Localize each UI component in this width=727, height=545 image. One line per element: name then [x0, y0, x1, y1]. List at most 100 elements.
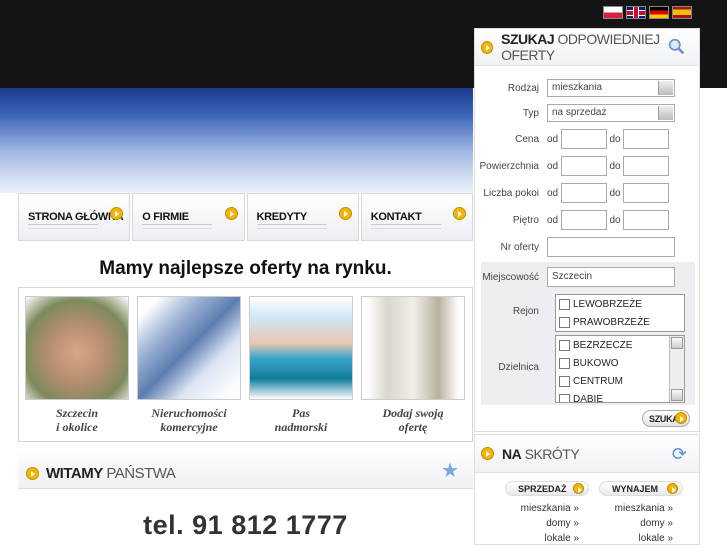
checkbox-icon[interactable] [559, 375, 570, 387]
flag-es-icon[interactable] [672, 6, 692, 19]
nav-kredyty[interactable]: KREDYTY [246, 193, 359, 241]
option-label: LEWOBRZEŻE [573, 298, 642, 310]
row-rodzaj: Rodzaj mieszkania [475, 77, 701, 99]
powierzchnia-od-input[interactable] [561, 156, 607, 176]
row-cena: Cena od do [475, 128, 701, 150]
rejon-option[interactable]: LEWOBRZEŻE [556, 295, 684, 313]
shortcuts-title-bold: NA [502, 445, 522, 462]
dzielnica-option[interactable]: BEZRZECZE [556, 336, 684, 354]
rejon-listbox[interactable]: LEWOBRZEŻE PRAWOBRZEŻE [555, 294, 685, 332]
dzielnica-option[interactable]: CENTRUM [556, 372, 684, 390]
pietro-label: Piętro [512, 214, 539, 226]
rent-link-domy[interactable]: domy » [599, 516, 673, 531]
arrow-right-icon [453, 207, 466, 220]
language-flags [603, 6, 692, 19]
checkbox-icon[interactable] [559, 298, 570, 310]
phone-number: tel. 91 812 1777 [143, 510, 348, 540]
option-label: BEZRZECZE [573, 339, 633, 351]
gallery-tile-nadmorski[interactable]: Pas nadmorski [249, 296, 353, 434]
scroll-down-icon[interactable] [671, 389, 683, 401]
scroll-up-icon[interactable] [671, 337, 683, 349]
tab-sprzedaz[interactable]: SPRZEDAŻ [505, 481, 589, 496]
row-nr-oferty: Nr oferty [475, 236, 701, 258]
cena-do-input[interactable] [623, 129, 669, 149]
nr-oferty-input[interactable] [547, 237, 675, 257]
chevron-down-icon [667, 483, 678, 494]
checkbox-icon[interactable] [559, 393, 570, 402]
rent-link-lokale[interactable]: lokale » [599, 531, 673, 545]
tile-caption[interactable]: Pas nadmorski [249, 406, 353, 434]
option-label: CENTRUM [573, 375, 623, 387]
miejscowosc-label: Miejscowość [482, 271, 539, 283]
magnifier-icon[interactable] [668, 38, 685, 55]
row-pokoi: Liczba pokoi od do [475, 182, 701, 204]
miejscowosc-input[interactable]: Szczecin [547, 267, 675, 287]
gallery-tile-dodaj[interactable]: Dodaj swoją ofertę [361, 296, 465, 434]
row-miejscowosc: Miejscowość Szczecin [475, 266, 701, 288]
dzielnica-option[interactable]: BUKOWO [556, 354, 684, 372]
city-photo[interactable] [25, 296, 129, 400]
checkbox-icon[interactable] [559, 339, 570, 351]
sale-link-mieszkania[interactable]: mieszkania » [505, 501, 579, 516]
row-typ: Typ na sprzedaż [475, 102, 701, 124]
dzielnica-option[interactable]: DĄBIE [556, 390, 684, 403]
powierzchnia-do-input[interactable] [623, 156, 669, 176]
tab-wynajem[interactable]: WYNAJEM [599, 481, 683, 496]
welcome-header: WITAMY PAŃSTWA ★ [18, 449, 473, 489]
pokoi-do-input[interactable] [623, 183, 669, 203]
rent-link-mieszkania[interactable]: mieszkania » [599, 501, 673, 516]
search-title-bold: SZUKAJ [501, 31, 555, 47]
sale-link-domy[interactable]: domy » [505, 516, 579, 531]
od-label: od [547, 133, 559, 145]
nav-subtext [370, 224, 441, 229]
arrow-right-icon [481, 40, 494, 54]
rejon-option[interactable]: PRAWOBRZEŻE [556, 313, 684, 331]
rent-links: mieszkania » domy » lokale » [599, 501, 673, 545]
cena-label: Cena [515, 133, 539, 145]
tile-caption[interactable]: Szczecin i okolice [25, 406, 129, 434]
tile-caption[interactable]: Nieruchomości komercyjne [137, 406, 241, 434]
welcome-title-rest: PAŃSTWA [102, 465, 176, 482]
gallery-tile-szczecin[interactable]: Szczecin i okolice [25, 296, 129, 434]
nav-strona-glowna[interactable]: STRONA GŁÓWNA [18, 193, 131, 241]
star-icon[interactable]: ★ [441, 458, 459, 483]
caption-line: i okolice [56, 420, 98, 434]
chevron-down-icon [573, 483, 584, 494]
caption-line: Dodaj swoją [382, 406, 444, 420]
apartment-building-photo[interactable] [361, 296, 465, 400]
nav-label: STRONA GŁÓWNA [28, 211, 124, 223]
dzielnica-listbox[interactable]: BEZRZECZE BUKOWO CENTRUM DĄBIE [555, 335, 685, 403]
checkbox-icon[interactable] [559, 316, 570, 328]
listbox-scrollbar[interactable] [669, 336, 684, 402]
typ-select[interactable]: na sprzedaż [547, 104, 675, 122]
pietro-od-input[interactable] [561, 210, 607, 230]
sale-link-lokale[interactable]: lokale » [505, 531, 579, 545]
nav-o-firmie[interactable]: O FIRMIE [132, 193, 245, 241]
nav-label: O FIRMIE [142, 211, 189, 223]
pokoi-od-input[interactable] [561, 183, 607, 203]
rodzaj-select[interactable]: mieszkania [547, 79, 675, 97]
cena-od-input[interactable] [561, 129, 607, 149]
hero-banner [0, 88, 473, 193]
flag-pl-icon[interactable] [603, 6, 623, 19]
sale-links: mieszkania » domy » lokale » [505, 501, 579, 545]
refresh-icon[interactable]: ⟳ [672, 444, 687, 465]
tile-caption[interactable]: Dodaj swoją ofertę [361, 406, 465, 434]
nav-subtext [142, 224, 213, 229]
flag-de-icon[interactable] [649, 6, 669, 19]
od-label: od [547, 214, 559, 226]
office-building-photo[interactable] [137, 296, 241, 400]
gallery-tile-komercyjne[interactable]: Nieruchomości komercyjne [137, 296, 241, 434]
search-submit-button[interactable]: SZUKAJ [642, 410, 690, 427]
seaside-pool-photo[interactable] [249, 296, 353, 400]
option-label: DĄBIE [573, 393, 604, 403]
caption-line: nadmorski [274, 420, 328, 434]
checkbox-icon[interactable] [559, 357, 570, 369]
flag-en-icon[interactable] [626, 6, 646, 19]
search-panel: SZUKAJ ODPOWIEDNIEJ OFERTY Rodzaj mieszk… [474, 28, 700, 432]
nav-kontakt[interactable]: KONTAKT [360, 193, 473, 241]
pietro-do-input[interactable] [623, 210, 669, 230]
shortcuts-title-rest: SKRÓTY [521, 445, 580, 462]
do-label: do [609, 160, 621, 172]
caption-line: Pas [292, 406, 310, 420]
